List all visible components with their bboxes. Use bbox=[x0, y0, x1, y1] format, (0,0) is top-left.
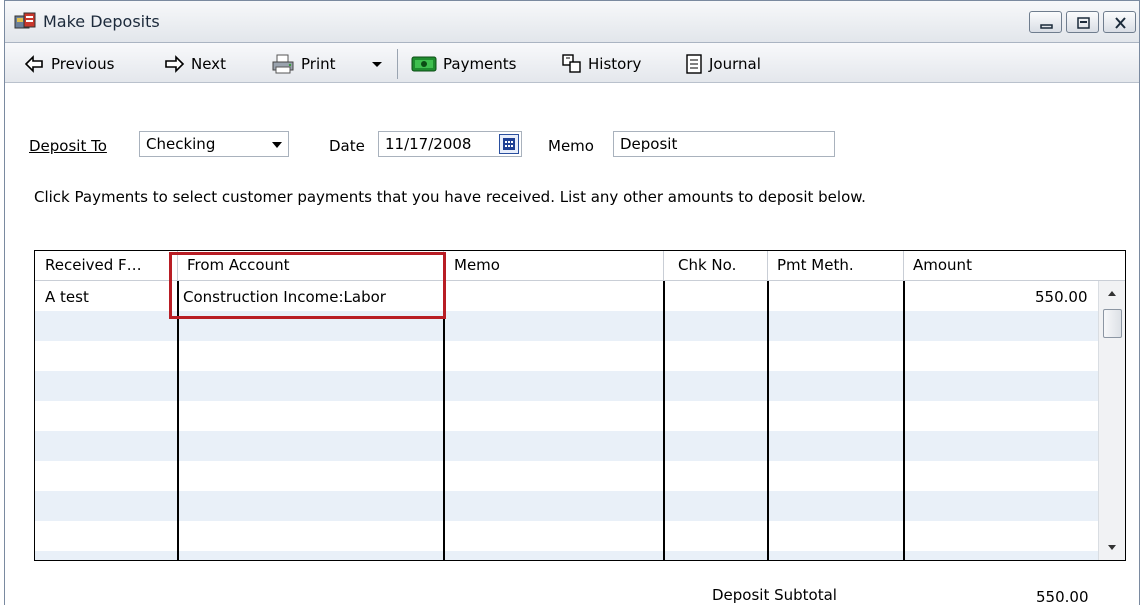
previous-icon bbox=[25, 55, 43, 73]
table-row[interactable] bbox=[35, 491, 1098, 521]
cell-amount[interactable]: 550.00 bbox=[1035, 288, 1088, 306]
table-row[interactable] bbox=[35, 551, 1098, 560]
history-button[interactable]: History bbox=[562, 52, 641, 76]
table-row[interactable] bbox=[35, 341, 1098, 371]
column-header-pmt-meth[interactable]: Pmt Meth. bbox=[777, 256, 854, 274]
deposit-app-icon bbox=[14, 12, 36, 29]
memo-input[interactable]: Deposit bbox=[613, 131, 835, 157]
deposit-subtotal-label: Deposit Subtotal bbox=[712, 586, 837, 604]
table-row[interactable] bbox=[35, 431, 1098, 461]
journal-label: Journal bbox=[709, 55, 761, 73]
deposit-to-select[interactable]: Checking bbox=[139, 131, 289, 157]
chevron-down-icon bbox=[272, 142, 282, 148]
column-header-memo[interactable]: Memo bbox=[454, 256, 500, 274]
scroll-thumb[interactable] bbox=[1103, 309, 1122, 338]
date-field[interactable]: 11/17/2008 bbox=[378, 131, 522, 157]
table-row[interactable] bbox=[35, 521, 1098, 551]
column-divider bbox=[443, 281, 445, 560]
make-deposits-window: Make Deposits Previous Next Print Paymen… bbox=[4, 0, 1140, 605]
memo-label: Memo bbox=[548, 137, 594, 155]
table-row[interactable] bbox=[35, 401, 1098, 431]
chevron-down-icon bbox=[372, 62, 382, 67]
table-scrollbar[interactable] bbox=[1098, 281, 1125, 560]
next-button[interactable]: Next bbox=[163, 52, 226, 76]
deposit-subtotal-value: 550.00 bbox=[1036, 588, 1089, 605]
scroll-down-icon[interactable] bbox=[1108, 545, 1116, 550]
journal-icon bbox=[686, 54, 702, 74]
memo-value: Deposit bbox=[620, 135, 678, 153]
date-label: Date bbox=[329, 137, 365, 155]
column-header-from-account[interactable]: From Account bbox=[187, 256, 290, 274]
column-divider bbox=[663, 281, 665, 560]
print-label: Print bbox=[301, 55, 336, 73]
toolbar-separator bbox=[397, 49, 398, 79]
column-divider bbox=[177, 281, 179, 560]
header-divider bbox=[903, 251, 904, 281]
cell-received-from[interactable]: A test bbox=[45, 288, 89, 306]
deposit-to-value: Checking bbox=[146, 135, 216, 153]
close-button[interactable] bbox=[1103, 11, 1136, 33]
date-value: 11/17/2008 bbox=[385, 135, 472, 153]
table-header: Received F… From Account Memo Chk No. Pm… bbox=[35, 251, 1125, 281]
minimize-button[interactable] bbox=[1029, 11, 1062, 33]
table-row[interactable] bbox=[35, 461, 1098, 491]
maximize-icon bbox=[1077, 17, 1090, 29]
column-divider bbox=[903, 281, 905, 560]
print-button[interactable]: Print bbox=[271, 52, 336, 76]
header-divider bbox=[663, 251, 664, 281]
maximize-button[interactable] bbox=[1066, 11, 1099, 33]
previous-button[interactable]: Previous bbox=[25, 52, 114, 76]
history-icon bbox=[562, 54, 581, 73]
window-title: Make Deposits bbox=[43, 12, 160, 31]
table-row[interactable] bbox=[35, 371, 1098, 401]
deposits-table: Received F… From Account Memo Chk No. Pm… bbox=[34, 250, 1126, 561]
header-divider bbox=[767, 251, 768, 281]
next-label: Next bbox=[191, 55, 226, 73]
column-header-chk-no[interactable]: Chk No. bbox=[678, 256, 736, 274]
deposit-to-label-text: Deposit To bbox=[29, 137, 107, 155]
history-label: History bbox=[588, 55, 642, 73]
payments-icon bbox=[411, 56, 437, 72]
print-dropdown-button[interactable] bbox=[371, 52, 389, 76]
close-icon bbox=[1115, 17, 1126, 29]
calendar-icon[interactable] bbox=[499, 134, 519, 154]
column-divider bbox=[767, 281, 769, 560]
cell-from-account[interactable]: Construction Income:Labor bbox=[183, 288, 386, 306]
previous-label: Previous bbox=[51, 55, 115, 73]
instruction-text: Click Payments to select customer paymen… bbox=[34, 188, 866, 206]
deposit-to-label: Deposit To bbox=[29, 137, 107, 155]
header-divider bbox=[177, 251, 178, 281]
table-row[interactable] bbox=[35, 311, 1098, 341]
header-divider bbox=[443, 251, 444, 281]
title-bar: Make Deposits bbox=[5, 1, 1139, 43]
toolbar: Previous Next Print Payments History Jou… bbox=[5, 43, 1139, 83]
scroll-up-icon[interactable] bbox=[1108, 291, 1116, 296]
next-icon bbox=[165, 55, 185, 73]
printer-icon bbox=[272, 54, 294, 74]
column-header-received-from[interactable]: Received F… bbox=[45, 256, 142, 274]
column-header-amount[interactable]: Amount bbox=[913, 256, 972, 274]
minimize-icon bbox=[1040, 24, 1053, 29]
payments-button[interactable]: Payments bbox=[411, 52, 516, 76]
payments-label: Payments bbox=[443, 55, 517, 73]
journal-button[interactable]: Journal bbox=[685, 52, 761, 76]
